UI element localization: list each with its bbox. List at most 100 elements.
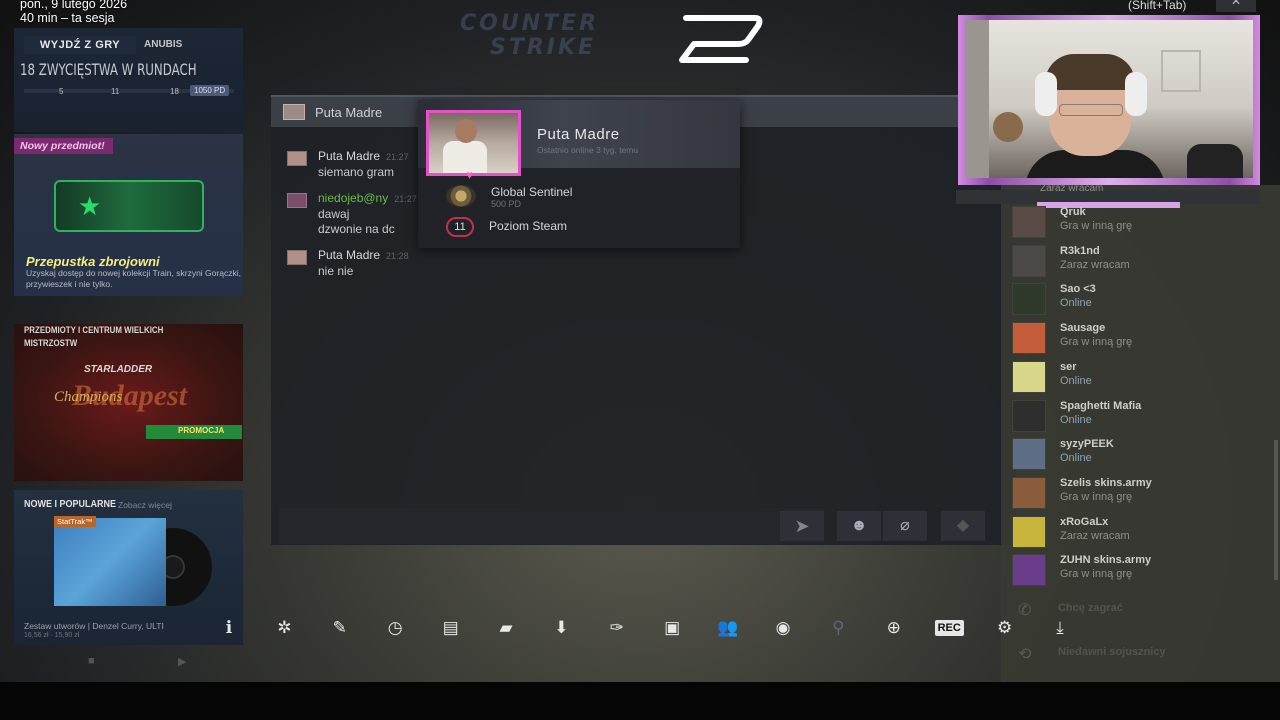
cam-headset	[1035, 72, 1057, 116]
friend-row[interactable]: syzyPEEK Online	[1012, 437, 1242, 473]
friends-scrollbar[interactable]	[1274, 440, 1278, 580]
download-icon[interactable]: ⬇	[537, 613, 585, 643]
rec-icon[interactable]: REC	[925, 613, 973, 643]
avatar[interactable]	[1012, 554, 1046, 587]
send-button[interactable]: ➤	[780, 511, 824, 541]
web-icon[interactable]: ⊕	[870, 613, 918, 643]
friend-status: Online	[1060, 374, 1092, 387]
friend-row[interactable]: Qruk Gra w inną grę	[1012, 205, 1242, 241]
attach-button[interactable]: ⌀	[883, 511, 927, 541]
armory-pass-ticket-image: ★	[54, 180, 204, 232]
new-item-badge: Nowy przedmiot!	[14, 138, 113, 154]
message-input[interactable]	[279, 508, 824, 544]
chat-partner-name[interactable]: Puta Madre	[315, 105, 382, 120]
avatar[interactable]	[1012, 515, 1046, 548]
friend-row[interactable]: Spaghetti Mafia Online	[1012, 399, 1242, 435]
session-info: pon., 9 lutego 2026 40 min – ta sesja	[20, 0, 127, 25]
avatar[interactable]	[287, 250, 307, 265]
achievements-gear-icon[interactable]: ✲	[260, 613, 308, 643]
friend-row[interactable]: ZUHN skins.army Gra w inną grę	[1012, 553, 1242, 589]
rank-xp: 500 PD	[491, 199, 522, 209]
history-icon: ⟲	[1018, 646, 1032, 663]
author-name: Puta Madre	[318, 248, 381, 262]
cam-glasses	[1059, 104, 1123, 116]
message-author[interactable]: niedojeb@ny 21:27	[318, 191, 417, 205]
friend-status: Gra w inną grę	[1060, 568, 1133, 581]
author-name: Puta Madre	[318, 149, 381, 163]
avatar[interactable]	[1012, 476, 1046, 509]
avatar[interactable]	[287, 193, 307, 208]
guide-icon[interactable]: ▤	[427, 613, 475, 643]
major-champions: Champions	[54, 389, 123, 405]
voice-icon[interactable]: ◆	[941, 511, 985, 541]
emoji-button[interactable]: ☻	[837, 511, 881, 541]
major-heading: PRZEDMIOTY I CENTRUM WIELKICH MISTRZOSTW	[24, 325, 164, 348]
collapse-icon[interactable]: ⤓	[1036, 613, 1084, 643]
avatar[interactable]	[283, 104, 305, 120]
wins-tick: 5	[59, 87, 64, 96]
chat-icon[interactable]: ▰	[482, 613, 530, 643]
controller-icon[interactable]: ⚲	[814, 613, 862, 643]
steam-level-badge: 11	[446, 217, 474, 237]
avatar[interactable]	[1012, 244, 1046, 277]
avatar[interactable]	[1012, 399, 1046, 432]
map-name: ANUBIS	[144, 39, 183, 50]
cs2-logo: COUNTER STRIKE	[460, 11, 763, 63]
game-overlay: pon., 9 lutego 2026 40 min – ta sesja (S…	[0, 0, 1280, 720]
armory-pass-card[interactable]: Nowy przedmiot! ★ Przepustka zbrojowni U…	[14, 134, 243, 296]
friend-row[interactable]: Sao <3 Online	[1012, 282, 1242, 318]
settings-icon[interactable]: ⚙	[981, 613, 1029, 643]
friend-status: Online	[1060, 413, 1092, 426]
friend-name: Sausage	[1060, 322, 1106, 335]
friend-row[interactable]: Sausage Gra w inną grę	[1012, 321, 1242, 357]
cam-person-hair	[1045, 54, 1135, 90]
message-text: siemano gram	[318, 165, 395, 179]
major-promo-strip: PROMOCJA	[146, 425, 242, 439]
friend-row[interactable]: R3k1nd Zaraz wracam	[1012, 244, 1242, 280]
avatar[interactable]	[1012, 206, 1046, 238]
pencil-icon[interactable]: ✎	[316, 613, 364, 643]
starladder-logo: STARLADDER	[84, 364, 153, 375]
info-icon[interactable]: ℹ	[205, 613, 253, 643]
cam-teddy-bear	[993, 112, 1023, 142]
friend-row[interactable]: ser Online	[1012, 360, 1242, 396]
friend-name: ser	[1060, 360, 1077, 373]
cam-shelf	[1161, 50, 1201, 92]
avatar[interactable]	[426, 110, 521, 176]
avatar[interactable]	[1012, 438, 1046, 471]
friend-name: xRoGaLx	[1060, 515, 1109, 528]
friend-row[interactable]: Szelis skins.army Gra w inną grę	[1012, 476, 1242, 512]
wrench-icon[interactable]: ✑	[593, 613, 641, 643]
message-text: nie nie	[318, 264, 354, 278]
section-recent-allies[interactable]: ⟲ Niedawni sojusznicy	[1018, 644, 1278, 666]
overlay-toolbar: ℹ ✲ ✎ ◷ ▤ ▰ ⬇ ✑ ▣ 👥 ◉ ⚲ ⊕ REC ⚙ ⤓	[205, 610, 1075, 646]
play-icon[interactable]: ▶	[178, 655, 192, 668]
wins-title: 18 ZWYCIĘSTWA W RUNDACH	[20, 60, 197, 79]
quit-game-button[interactable]: WYJDŹ Z GRY	[24, 36, 136, 54]
see-more-link[interactable]: Zobacz więcej	[118, 500, 172, 510]
clock-icon[interactable]: ◷	[371, 613, 419, 643]
music-kit-cover	[54, 518, 166, 606]
message-time: 21:27	[386, 152, 409, 162]
message-author[interactable]: Puta Madre 21:27	[318, 149, 409, 163]
music-kit-title: Zestaw utworów | Denzel Curry, ULTI	[24, 621, 164, 631]
avatar[interactable]	[1012, 360, 1046, 393]
friend-row[interactable]: xRoGaLx Zaraz wracam	[1012, 515, 1242, 551]
star-icon: ★	[78, 191, 102, 221]
svg-text:COUNTER: COUNTER	[460, 11, 599, 36]
avatar[interactable]	[1012, 322, 1046, 355]
session-label: 40 min – ta sesja	[20, 11, 115, 25]
avatar[interactable]	[1012, 283, 1046, 316]
friend-name: syzyPEEK	[1060, 438, 1114, 451]
stop-icon[interactable]: ■	[88, 655, 102, 667]
eye-icon[interactable]: ◉	[759, 613, 807, 643]
friend-status: Online	[1060, 452, 1092, 465]
new-popular-heading: NOWE I POPULARNE	[24, 499, 117, 510]
friends-icon[interactable]: 👥	[704, 613, 752, 643]
friend-status: Gra w inną grę	[1060, 220, 1133, 232]
screenshot-icon[interactable]: ▣	[648, 613, 696, 643]
close-overlay-button[interactable]: ✕	[1216, 0, 1256, 12]
major-card[interactable]: PRZEDMIOTY I CENTRUM WIELKICH MISTRZOSTW…	[14, 324, 243, 481]
message-author[interactable]: Puta Madre 21:28	[318, 248, 409, 262]
avatar[interactable]	[287, 151, 307, 166]
